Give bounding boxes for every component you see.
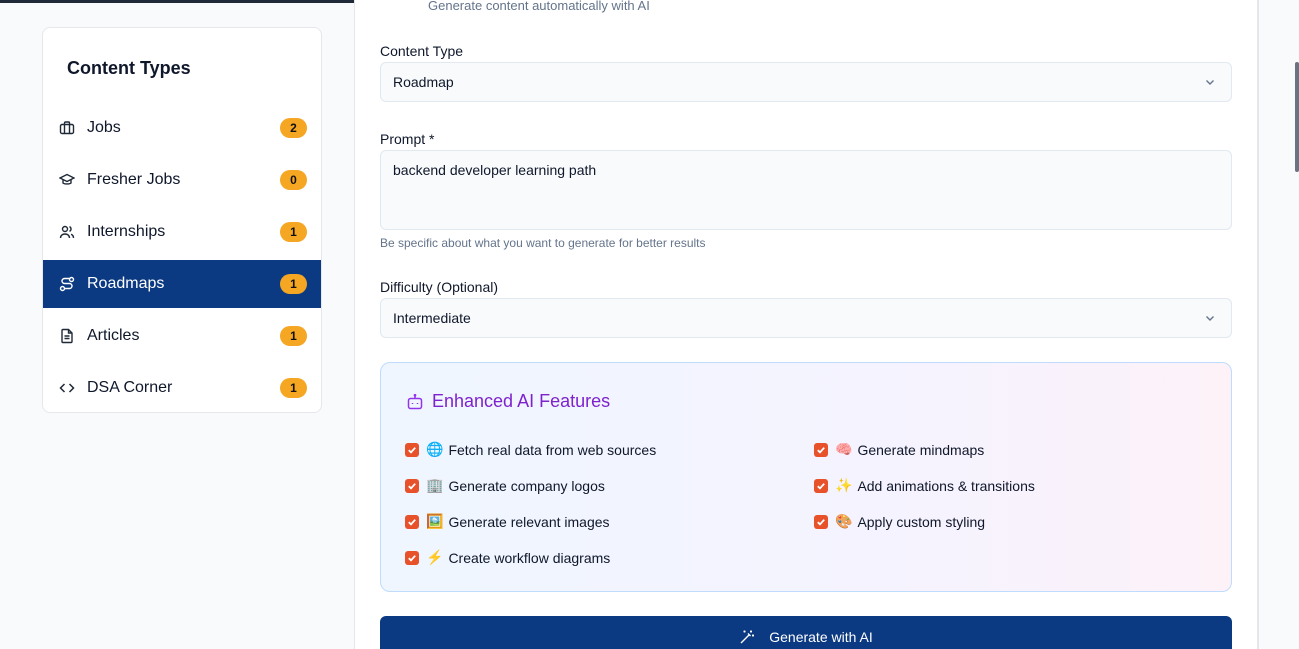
checkbox-checked[interactable] xyxy=(405,514,419,529)
feature-label: Generate relevant images xyxy=(448,513,610,530)
checkbox-checked[interactable] xyxy=(405,550,419,565)
checkbox-checked[interactable] xyxy=(405,478,419,493)
difficulty-select[interactable]: Intermediate xyxy=(380,298,1232,338)
sidebar-item-internships[interactable]: Internships 1 xyxy=(43,208,321,256)
difficulty-value: Intermediate xyxy=(393,310,471,326)
checkbox-checked[interactable] xyxy=(405,442,419,457)
feature-label: Apply custom styling xyxy=(857,513,986,530)
sidebar-item-label: Jobs xyxy=(87,119,121,136)
file-text-icon xyxy=(59,328,75,344)
scrollbar-thumb[interactable] xyxy=(1295,62,1299,172)
feature-workflow-diagrams[interactable]: ⚡ Create workflow diagrams xyxy=(405,549,610,566)
feature-custom-styling[interactable]: 🎨 Apply custom styling xyxy=(814,513,985,530)
checkbox-checked[interactable] xyxy=(814,514,828,529)
prompt-textarea[interactable]: backend developer learning path xyxy=(380,150,1232,230)
count-badge: 1 xyxy=(280,326,307,346)
code-icon xyxy=(59,380,75,396)
feature-mindmaps[interactable]: 🧠 Generate mindmaps xyxy=(814,441,984,458)
route-icon xyxy=(59,276,75,292)
feature-label: Generate company logos xyxy=(448,477,605,494)
brain-icon: 🧠 xyxy=(835,441,853,457)
feature-animations[interactable]: ✨ Add animations & transitions xyxy=(814,477,1035,494)
prompt-label: Prompt * xyxy=(380,131,435,147)
feature-label: Fetch real data from web sources xyxy=(448,441,657,458)
sidebar-item-jobs[interactable]: Jobs 2 xyxy=(43,104,321,152)
picture-icon: 🖼️ xyxy=(426,513,444,529)
count-badge: 1 xyxy=(280,378,307,398)
graduation-cap-icon xyxy=(59,172,75,188)
count-badge: 2 xyxy=(280,118,307,138)
feature-web-data[interactable]: 🌐 Fetch real data from web sources xyxy=(405,441,656,458)
chevron-down-icon xyxy=(1206,80,1214,85)
bot-icon xyxy=(407,393,423,410)
magic-wand-icon xyxy=(740,630,755,644)
sidebar-item-roadmaps[interactable]: Roadmaps 1 xyxy=(43,260,321,308)
chevron-down-icon xyxy=(1206,316,1214,321)
sparkles-icon: ✨ xyxy=(835,477,853,493)
content-type-value: Roadmap xyxy=(393,74,454,90)
feature-label: Create workflow diagrams xyxy=(448,549,611,566)
lightning-icon: ⚡ xyxy=(426,549,444,565)
content-types-panel: Content Types Jobs 2 Fresher Jobs 0 Inte… xyxy=(42,27,322,413)
feature-company-logos[interactable]: 🏢 Generate company logos xyxy=(405,477,605,494)
ai-features-title: Enhanced AI Features xyxy=(432,391,611,411)
checkbox-checked[interactable] xyxy=(814,478,828,493)
feature-label: Generate mindmaps xyxy=(857,441,985,458)
sidebar-item-label: Roadmaps xyxy=(87,275,165,292)
page-right-gutter xyxy=(1258,0,1299,649)
count-badge: 1 xyxy=(280,274,307,294)
sidebar-item-label: Articles xyxy=(87,327,140,344)
users-icon xyxy=(59,224,75,240)
content-type-label: Content Type xyxy=(380,43,464,59)
content-type-select[interactable]: Roadmap xyxy=(380,62,1232,102)
feature-relevant-images[interactable]: 🖼️ Generate relevant images xyxy=(405,513,610,530)
sidebar-item-fresher-jobs[interactable]: Fresher Jobs 0 xyxy=(43,156,321,204)
palette-icon: 🎨 xyxy=(835,513,853,529)
count-badge: 1 xyxy=(280,222,307,242)
building-icon: 🏢 xyxy=(426,477,444,493)
checkbox-checked[interactable] xyxy=(814,442,828,457)
difficulty-label: Difficulty (Optional) xyxy=(380,279,499,295)
generate-button-label: Generate with AI xyxy=(769,629,873,645)
panel-subtitle: Generate content automatically with AI xyxy=(428,0,650,13)
sidebar-item-label: Internships xyxy=(87,223,166,240)
count-badge: 0 xyxy=(280,170,307,190)
sidebar-item-label: Fresher Jobs xyxy=(87,171,181,188)
generate-with-ai-button[interactable]: Generate with AI xyxy=(380,616,1232,649)
sidebar-item-dsa-corner[interactable]: DSA Corner 1 xyxy=(43,364,321,412)
briefcase-icon xyxy=(59,120,75,136)
feature-label: Add animations & transitions xyxy=(857,477,1035,494)
prompt-hint: Be specific about what you want to gener… xyxy=(380,236,706,250)
sidebar-item-articles[interactable]: Articles 1 xyxy=(43,312,321,360)
sidebar-title: Content Types xyxy=(67,58,191,78)
globe-icon: 🌐 xyxy=(426,441,444,457)
sidebar-item-label: DSA Corner xyxy=(87,379,173,396)
